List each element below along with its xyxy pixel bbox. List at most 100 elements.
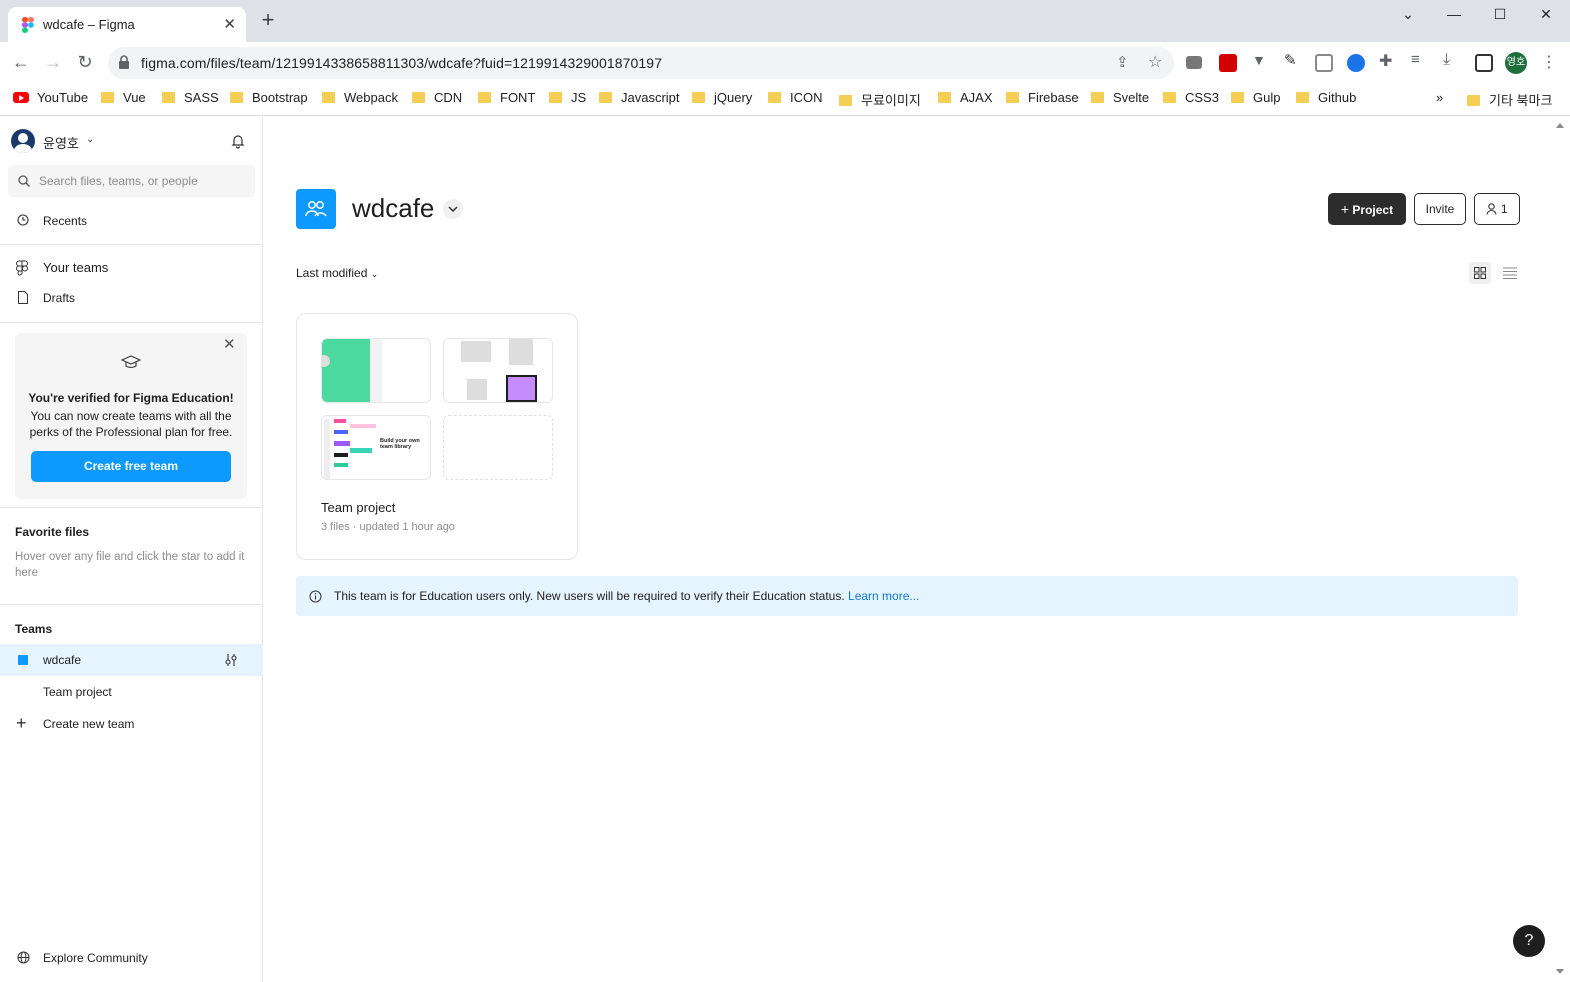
bookmark-folder[interactable]: Firebase [1006,90,1079,105]
lock-icon [119,55,129,69]
folder-icon [768,92,781,103]
search-input[interactable]: Search files, teams, or people [8,165,255,197]
back-icon[interactable]: ← [9,50,33,74]
sidebar-item-your-teams[interactable]: Your teams [0,253,263,283]
folder-icon [412,92,425,103]
file-thumbnail[interactable] [443,338,553,403]
tab-search-chevron-icon[interactable]: ⌄ [1396,6,1420,23]
help-button[interactable]: ? [1513,925,1545,957]
bookmark-folder[interactable]: CDN [412,90,462,105]
maximize-icon[interactable]: ☐ [1488,6,1512,23]
download-icon[interactable]: ⤓ [1443,51,1461,69]
chevron-down-icon: ⌄ [370,269,379,279]
thumbnail-caption: Build your own team library [380,438,420,450]
vue-extension-icon[interactable]: ▼ [1252,52,1270,70]
bookmark-folder[interactable]: AJAX [938,90,993,105]
bookmark-star-icon[interactable]: ☆ [1148,52,1162,72]
create-new-team-button[interactable]: + Create new team [0,709,263,739]
user-name[interactable]: 윤영호 [43,133,79,152]
bookmarks-bar: YouTube Vue SASS Bootstrap Webpack CDN F… [0,82,1570,116]
browser-tab[interactable]: wdcafe – Figma ✕ [8,7,246,42]
bookmark-folder[interactable]: jQuery [692,90,752,105]
sidebar-item-label: Team project [43,685,112,699]
bookmark-folder[interactable]: Webpack [322,90,398,105]
browser-menu-icon[interactable]: ⋮ [1541,52,1557,72]
bookmark-folder[interactable]: Svelte [1091,90,1149,105]
bookmark-folder[interactable]: ICON [768,90,823,105]
sort-label: Last modified [296,266,368,280]
members-button[interactable]: 1 [1474,193,1520,225]
eyedropper-extension-icon[interactable]: ✎ [1284,51,1302,69]
bookmarks-overflow-icon[interactable]: » [1436,90,1443,105]
other-bookmarks[interactable]: 기타 북마크 [1467,90,1552,109]
reload-icon[interactable]: ↻ [73,50,97,74]
bookmark-folder[interactable]: Bootstrap [230,90,308,105]
bookmark-folder[interactable]: 무료이미지 [839,90,921,109]
user-menu-chevron-icon[interactable]: ⌄ [86,134,94,145]
scrollbar[interactable] [1552,117,1570,982]
extensions-puzzle-icon[interactable]: ✚ [1379,51,1397,70]
info-icon [309,590,322,603]
file-thumbnail[interactable]: Build your own team library [321,415,431,480]
explore-community-link[interactable]: Explore Community [0,942,263,972]
file-thumbnail[interactable] [321,338,431,403]
profile-avatar[interactable]: 영호 [1505,52,1527,74]
folder-icon [101,92,114,103]
project-meta: 3 files · updated 1 hour ago [321,521,455,533]
team-color-icon [18,655,28,665]
empty-thumbnail-slot [443,415,553,480]
youtube-icon [13,92,29,103]
sidebar-item-recents[interactable]: Recents [0,205,263,235]
minimize-icon[interactable]: — [1442,6,1466,22]
plus-icon: + [1340,201,1350,217]
tab-close-icon[interactable]: ✕ [223,15,236,33]
address-bar[interactable]: figma.com/files/team/1219914338658811303… [108,47,1174,79]
bookmark-folder[interactable]: CSS3 [1163,90,1219,105]
list-view-icon[interactable] [1499,262,1521,284]
folder-icon [478,92,491,103]
learn-more-link[interactable]: Learn more... [848,589,919,603]
bookmark-folder[interactable]: Github [1296,90,1356,105]
media-control-icon[interactable]: ≡ [1411,51,1429,69]
user-avatar[interactable] [11,129,35,153]
window-close-icon[interactable]: ✕ [1534,6,1558,23]
create-free-team-button[interactable]: Create free team [31,451,231,482]
draft-file-icon [18,291,28,304]
bookmark-folder[interactable]: FONT [478,90,535,105]
team-menu-chevron-icon[interactable] [443,199,463,219]
side-panel-icon[interactable] [1475,54,1493,72]
team-people-icon [305,201,327,217]
team-settings-sliders-icon[interactable] [224,653,238,667]
folder-icon [1006,92,1019,103]
sidebar-item-team-project[interactable]: Team project [0,677,263,707]
invite-button[interactable]: Invite [1414,193,1466,225]
bookmark-folder[interactable]: JS [549,90,586,105]
sort-dropdown[interactable]: Last modified ⌄ [296,266,378,280]
bookmark-folder[interactable]: Gulp [1231,90,1280,105]
close-icon[interactable]: ✕ [223,335,236,353]
new-project-button[interactable]: + Project [1328,193,1406,225]
folder-icon [162,92,175,103]
camera-extension-icon[interactable] [1186,56,1202,69]
bookmark-youtube[interactable]: YouTube [13,90,88,105]
scroll-down-icon[interactable] [1556,969,1564,974]
forward-icon[interactable]: → [41,50,65,74]
bookmark-folder[interactable]: Javascript [599,90,680,105]
bookmark-folder[interactable]: Vue [101,90,146,105]
tab-title: wdcafe – Figma [43,17,135,32]
translate-extension-icon[interactable] [1347,54,1365,72]
notification-bell-icon[interactable] [230,133,246,149]
window-extension-icon[interactable] [1315,54,1333,72]
scroll-up-icon[interactable] [1556,123,1564,128]
sidebar-item-drafts[interactable]: Drafts [0,283,263,313]
sidebar-item-label: Recents [43,214,88,228]
new-tab-icon[interactable]: + [258,9,278,31]
grid-view-icon[interactable] [1469,262,1491,284]
folder-icon [839,95,852,106]
clock-icon [17,214,29,226]
bookmark-folder[interactable]: SASS [162,90,219,105]
share-icon[interactable]: ⇪ [1116,53,1129,71]
pdf-extension-icon[interactable] [1219,54,1237,72]
sidebar-item-team-wdcafe[interactable]: wdcafe [0,644,263,676]
project-card[interactable]: Build your own team library Team project… [296,313,578,560]
